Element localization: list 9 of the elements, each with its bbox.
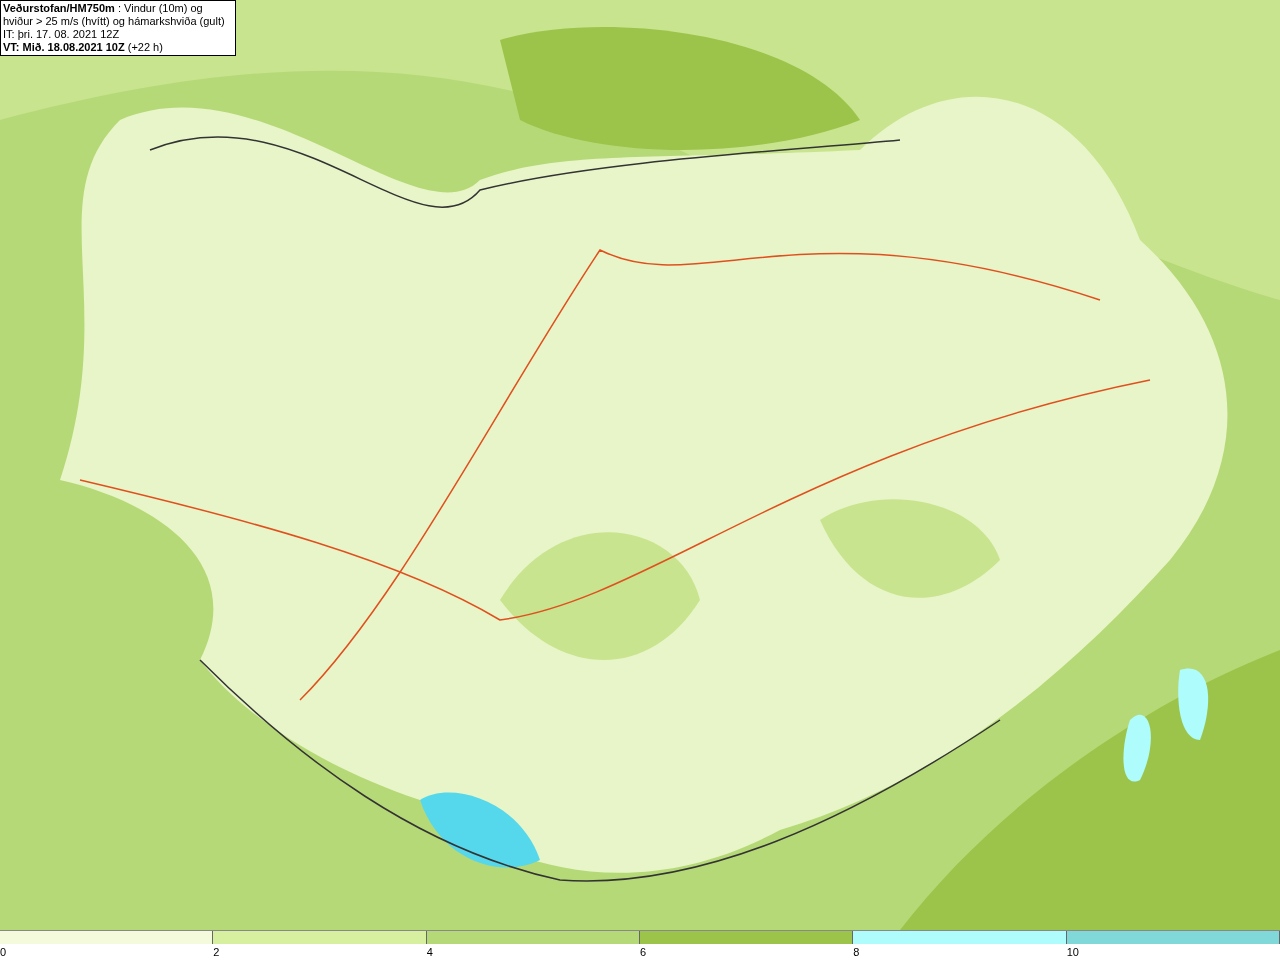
legend-label: 8	[853, 946, 860, 958]
legend-label: 6	[640, 946, 647, 958]
legend-label: 2	[213, 946, 220, 958]
issue-time: IT: þri. 17. 08. 2021 12Z	[3, 28, 121, 41]
legend-label: 0	[0, 946, 7, 958]
valid-time: VT: Mið. 18.08.2021 10Z (+22 h)	[3, 41, 164, 54]
map-title: Veðurstofan/HM750m : Vindur (10m) og hviður > 25 m/s (hvítt) og hámarkshviða (gult)	[3, 2, 226, 28]
legend-label: 4	[426, 946, 433, 958]
legend-label: 10	[1066, 946, 1079, 958]
